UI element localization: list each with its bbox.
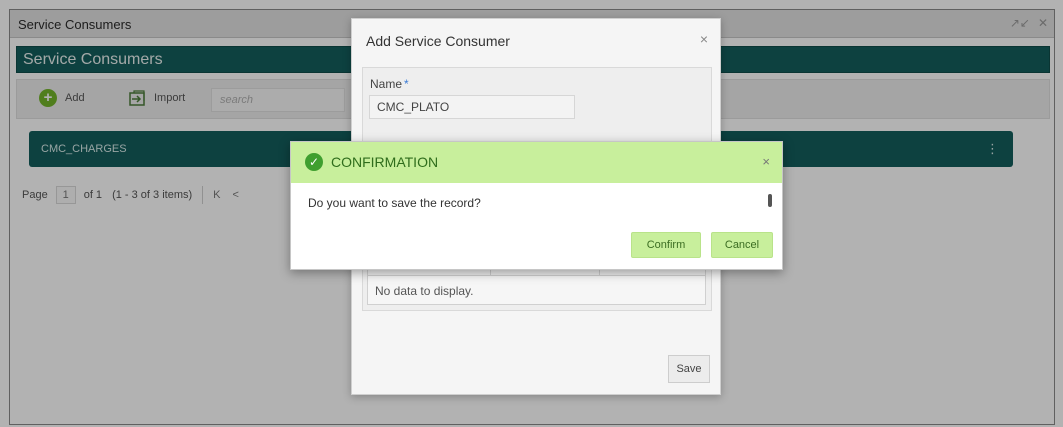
empty-table-message: No data to display. xyxy=(375,284,474,298)
confirmation-header: ✓ CONFIRMATION × xyxy=(291,142,782,183)
confirmation-title: CONFIRMATION xyxy=(331,154,439,170)
close-icon[interactable]: × xyxy=(762,154,770,169)
scrollbar[interactable] xyxy=(768,194,772,207)
data-table: No data to display. xyxy=(367,275,706,305)
close-icon[interactable]: × xyxy=(700,31,708,47)
cancel-button[interactable]: Cancel xyxy=(711,232,773,258)
confirmation-message: Do you want to save the record? xyxy=(308,196,481,210)
confirmation-dialog: ✓ CONFIRMATION × Do you want to save the… xyxy=(290,141,783,270)
name-label: Name * xyxy=(370,77,409,91)
check-icon: ✓ xyxy=(305,153,323,171)
save-button[interactable]: Save xyxy=(668,355,710,383)
required-mark: * xyxy=(404,77,409,91)
name-label-text: Name xyxy=(370,77,403,91)
modal-title: Add Service Consumer xyxy=(366,33,510,49)
confirm-button[interactable]: Confirm xyxy=(631,232,701,258)
name-field[interactable]: CMC_PLATO xyxy=(369,95,575,119)
